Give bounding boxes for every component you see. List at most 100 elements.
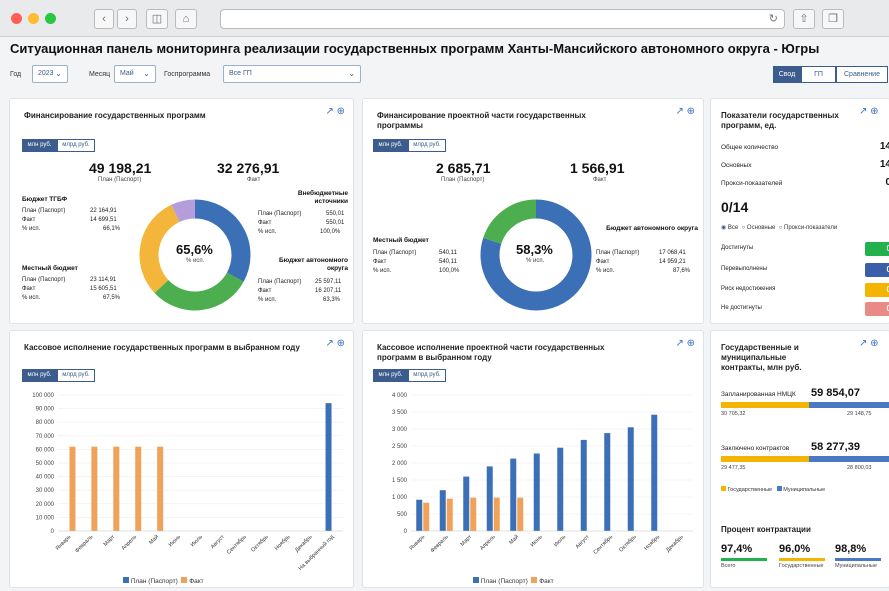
bar-plan <box>627 427 634 531</box>
y-tick-label: 1 500 <box>392 478 408 484</box>
fact-value: 32 276,91 <box>217 160 280 176</box>
minimize-window-icon[interactable] <box>28 13 39 24</box>
unit-mln-tab[interactable]: млн руб. <box>373 139 408 152</box>
okrug-name: Бюджет автономного округа <box>278 257 348 272</box>
y-tick-label: 80 000 <box>36 420 55 426</box>
panel-actions: ↗ ⊕ <box>675 338 695 349</box>
y-tick-label: 30 000 <box>36 488 55 494</box>
tabs-icon[interactable]: ❐ <box>822 9 844 29</box>
x-tick-label: Август <box>210 534 226 550</box>
concluded-muni-bar <box>809 456 889 462</box>
info-icon[interactable]: ⊕ <box>337 338 345 349</box>
panel-actions: ↗ ⊕ <box>675 106 695 117</box>
legend-swatch-fact <box>531 577 538 583</box>
unit-mlrd-tab[interactable]: млрд руб. <box>408 369 446 382</box>
back-icon[interactable]: ‹ <box>94 9 114 29</box>
y-tick-label: 3 500 <box>392 410 408 416</box>
status-failed-value[interactable]: 0 <box>865 302 889 316</box>
info-icon[interactable]: ⊕ <box>870 106 878 117</box>
radio-main[interactable]: ○ Основные <box>742 225 776 231</box>
okrug-row-label: % исп. <box>258 297 277 303</box>
share-icon[interactable]: ⇧ <box>793 9 815 29</box>
radio-proxy[interactable]: ○ Прокси-показатели <box>779 225 838 231</box>
pct-muni-bar <box>835 558 881 561</box>
address-bar[interactable]: ↻ <box>220 9 785 29</box>
home-icon[interactable]: ⌂ <box>175 9 197 29</box>
contracts-legend: Государственные Муниципальные <box>721 486 825 493</box>
sidebar-icon[interactable]: ◫ <box>146 9 168 29</box>
local-row-value: 23 114,91 <box>90 277 117 283</box>
x-tick-label: Июнь <box>530 534 544 548</box>
year-select[interactable]: 2023 ⌄ <box>32 65 68 83</box>
x-tick-label: Июль <box>190 534 204 548</box>
month-label: Месяц <box>89 71 111 78</box>
unit-mln-tab[interactable]: млн руб. <box>22 139 57 152</box>
donut-segment <box>171 199 196 223</box>
bar-fact <box>470 497 477 531</box>
expand-icon[interactable]: ↗ <box>325 338 333 349</box>
x-tick-label: Февраль <box>74 534 94 554</box>
expand-icon[interactable]: ↗ <box>675 338 683 349</box>
expand-icon[interactable]: ↗ <box>325 106 333 117</box>
tab-programs[interactable]: ГП <box>801 66 836 83</box>
expand-icon[interactable]: ↗ <box>675 106 683 117</box>
legend-label-muni: Муниципальные <box>783 487 826 493</box>
pct-muni-value: 98,8% <box>835 543 867 555</box>
okrug-row-value: 16 207,11 <box>315 288 342 294</box>
y-tick-label: 3 000 <box>392 427 408 433</box>
tab-comparison[interactable]: Сравнение <box>836 66 888 83</box>
unit-mln-tab[interactable]: млн руб. <box>373 369 408 382</box>
maximize-window-icon[interactable] <box>45 13 56 24</box>
project-financing-title: Финансирование проектной части государст… <box>377 111 586 130</box>
x-tick-label: Январь <box>55 534 73 552</box>
tgbf-row-value: 66,1% <box>103 226 121 232</box>
expand-icon[interactable]: ↗ <box>859 106 867 117</box>
radio-checked-icon: ◉ <box>721 225 727 231</box>
info-icon[interactable]: ⊕ <box>870 338 878 349</box>
status-achieved-value[interactable]: 0 <box>865 242 889 256</box>
month-select[interactable]: Май ⌄ <box>114 65 156 83</box>
unit-mln-tab[interactable]: млн руб. <box>22 369 57 382</box>
indicator-main-row: Основных 14 <box>721 159 889 170</box>
reload-icon[interactable]: ↻ <box>769 12 778 25</box>
bar-plan <box>325 403 332 531</box>
indicator-label: Общее количество <box>721 144 779 151</box>
plan-value: 49 198,21 <box>89 160 152 176</box>
donut-segment <box>139 204 180 293</box>
local-row-value: 540,11 <box>439 259 457 265</box>
pct-state-label: Государственные <box>779 563 824 569</box>
local-row-value: 100,0% <box>439 268 460 274</box>
chevron-down-icon: ⌄ <box>55 69 62 78</box>
status-achieved-label: Достигнуты <box>721 245 754 251</box>
info-icon[interactable]: ⊕ <box>337 106 345 117</box>
unit-mlrd-tab[interactable]: млрд руб. <box>57 369 95 382</box>
x-tick-label: Март <box>103 534 117 548</box>
project-cash-chart-legend: План (Паспорт) Факт <box>473 577 554 585</box>
okrug-row-value: 14 959,21 <box>659 259 686 265</box>
concluded-label: Заключено контрактов <box>721 445 790 452</box>
cash-bar-chart: 0 10 000 20 000 30 000 40 000 50 000 60 000 70 … <box>32 393 343 572</box>
offbudget-row-value: 550,01 <box>326 211 345 217</box>
offbudget-row-value: 100,0% <box>320 229 341 235</box>
unit-mlrd-tab[interactable]: млрд руб. <box>57 139 95 152</box>
unit-mlrd-tab[interactable]: млрд руб. <box>408 139 446 152</box>
cash-chart-legend: План (Паспорт) Факт <box>123 577 204 585</box>
program-select[interactable]: Все ГП ⌄ <box>223 65 361 83</box>
info-icon[interactable]: ⊕ <box>687 338 695 349</box>
radio-all[interactable]: ◉ Все <box>721 225 738 231</box>
tab-summary[interactable]: Свод <box>773 66 801 83</box>
status-overfulfilled-value[interactable]: 0 <box>865 263 889 277</box>
legend-swatch-plan <box>473 577 479 583</box>
concluded-state-bar <box>721 456 809 462</box>
forward-icon[interactable]: › <box>117 9 137 29</box>
status-risk-value[interactable]: 0 <box>865 283 889 297</box>
close-window-icon[interactable] <box>11 13 22 24</box>
local-row-value: 540,11 <box>439 250 457 256</box>
planned-muni-value: 29 148,75 <box>847 411 872 417</box>
pct-state-value: 96,0% <box>779 543 811 555</box>
expand-icon[interactable]: ↗ <box>859 338 867 349</box>
radio-label: Все <box>727 225 739 231</box>
x-tick-label: Октябрь <box>618 534 637 553</box>
info-icon[interactable]: ⊕ <box>687 106 695 117</box>
month-value: Май <box>120 70 134 77</box>
